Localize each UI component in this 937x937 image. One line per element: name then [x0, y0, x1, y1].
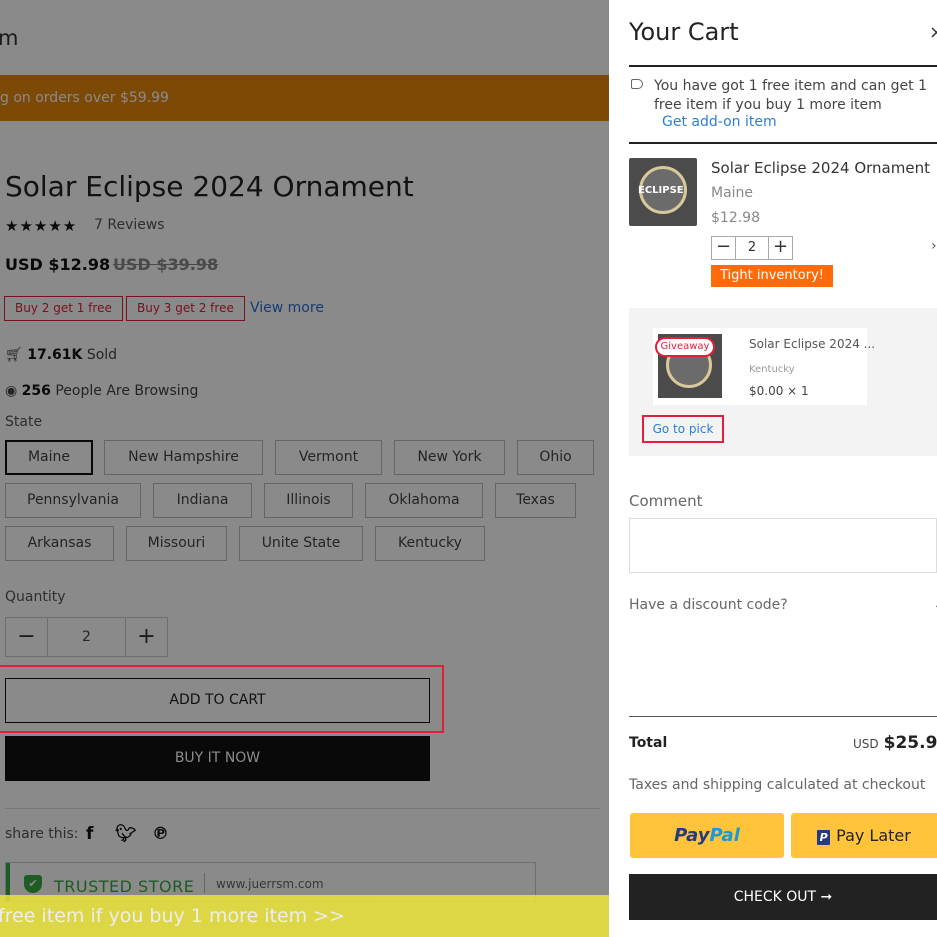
cart-quantity-stepper: − 2 + — [711, 236, 793, 260]
cart-decrease-button[interactable]: − — [712, 237, 736, 259]
free-item-bar[interactable]: free item if you buy 1 more item >> — [0, 895, 609, 937]
gift-item-name: Solar Eclipse 2024 ... — [749, 337, 876, 351]
gift-item-price: $0.00 × 1 — [749, 384, 809, 398]
tag-icon — [631, 79, 643, 89]
highlight-box — [0, 665, 444, 733]
free-item-message: You have got 1 free item and can get 1 f… — [654, 78, 927, 113]
cart-title: Your Cart — [629, 18, 739, 46]
cart-drawer: Your Cart × You have got 1 free item and… — [609, 0, 937, 937]
giveaway-badge: Giveaway — [655, 337, 715, 357]
pay-later-label: Pay Later — [836, 826, 911, 845]
total-amount: $25.9 — [883, 733, 937, 753]
add-on-link[interactable]: Get add-on item — [662, 114, 777, 130]
total-label: Total — [629, 735, 668, 751]
chevron-right-icon[interactable]: › — [931, 238, 937, 254]
paypal-text-pal: Pal — [709, 825, 740, 846]
gift-item-variant: Kentucky — [749, 364, 795, 375]
comment-label: Comment — [629, 492, 703, 510]
ornament-text: ECLIPSE — [638, 185, 684, 196]
message-divider — [629, 142, 937, 144]
paypal-icon: P — [817, 830, 831, 845]
modal-overlay[interactable] — [0, 0, 609, 937]
cart-item-variant: Maine — [711, 185, 754, 201]
gift-section: Solar Eclipse 2024 ... Kentucky $0.00 × … — [629, 308, 937, 456]
header-divider — [629, 65, 937, 67]
close-icon[interactable]: × — [929, 22, 937, 43]
cart-item-image[interactable]: ECLIPSE — [629, 158, 697, 226]
cart-quantity-input[interactable]: 2 — [736, 237, 768, 259]
go-to-pick-button[interactable]: Go to pick — [642, 415, 724, 443]
total-divider — [629, 716, 937, 717]
pay-later-button[interactable]: P Pay Later — [791, 813, 937, 858]
paypal-button[interactable]: PayPal — [630, 813, 784, 858]
free-item-bar-text: free item if you buy 1 more item >> — [0, 905, 346, 927]
total-value: USD $25.9 — [853, 733, 937, 753]
discount-code-toggle[interactable]: Have a discount code? — [629, 597, 788, 613]
cart-item-price: $12.98 — [711, 210, 760, 226]
comment-field[interactable] — [629, 518, 937, 573]
taxes-note: Taxes and shipping calculated at checkou… — [629, 777, 926, 793]
cart-increase-button[interactable]: + — [768, 237, 792, 259]
cart-item-name[interactable]: Solar Eclipse 2024 Ornament — [711, 159, 930, 177]
checkout-button[interactable]: CHECK OUT ➞ — [629, 874, 937, 920]
chevron-down-icon[interactable]: ⌄ — [933, 597, 937, 613]
stock-badge: Tight inventory! — [711, 265, 833, 287]
total-currency: USD — [853, 737, 879, 751]
paypal-text-pay: Pay — [674, 825, 710, 846]
